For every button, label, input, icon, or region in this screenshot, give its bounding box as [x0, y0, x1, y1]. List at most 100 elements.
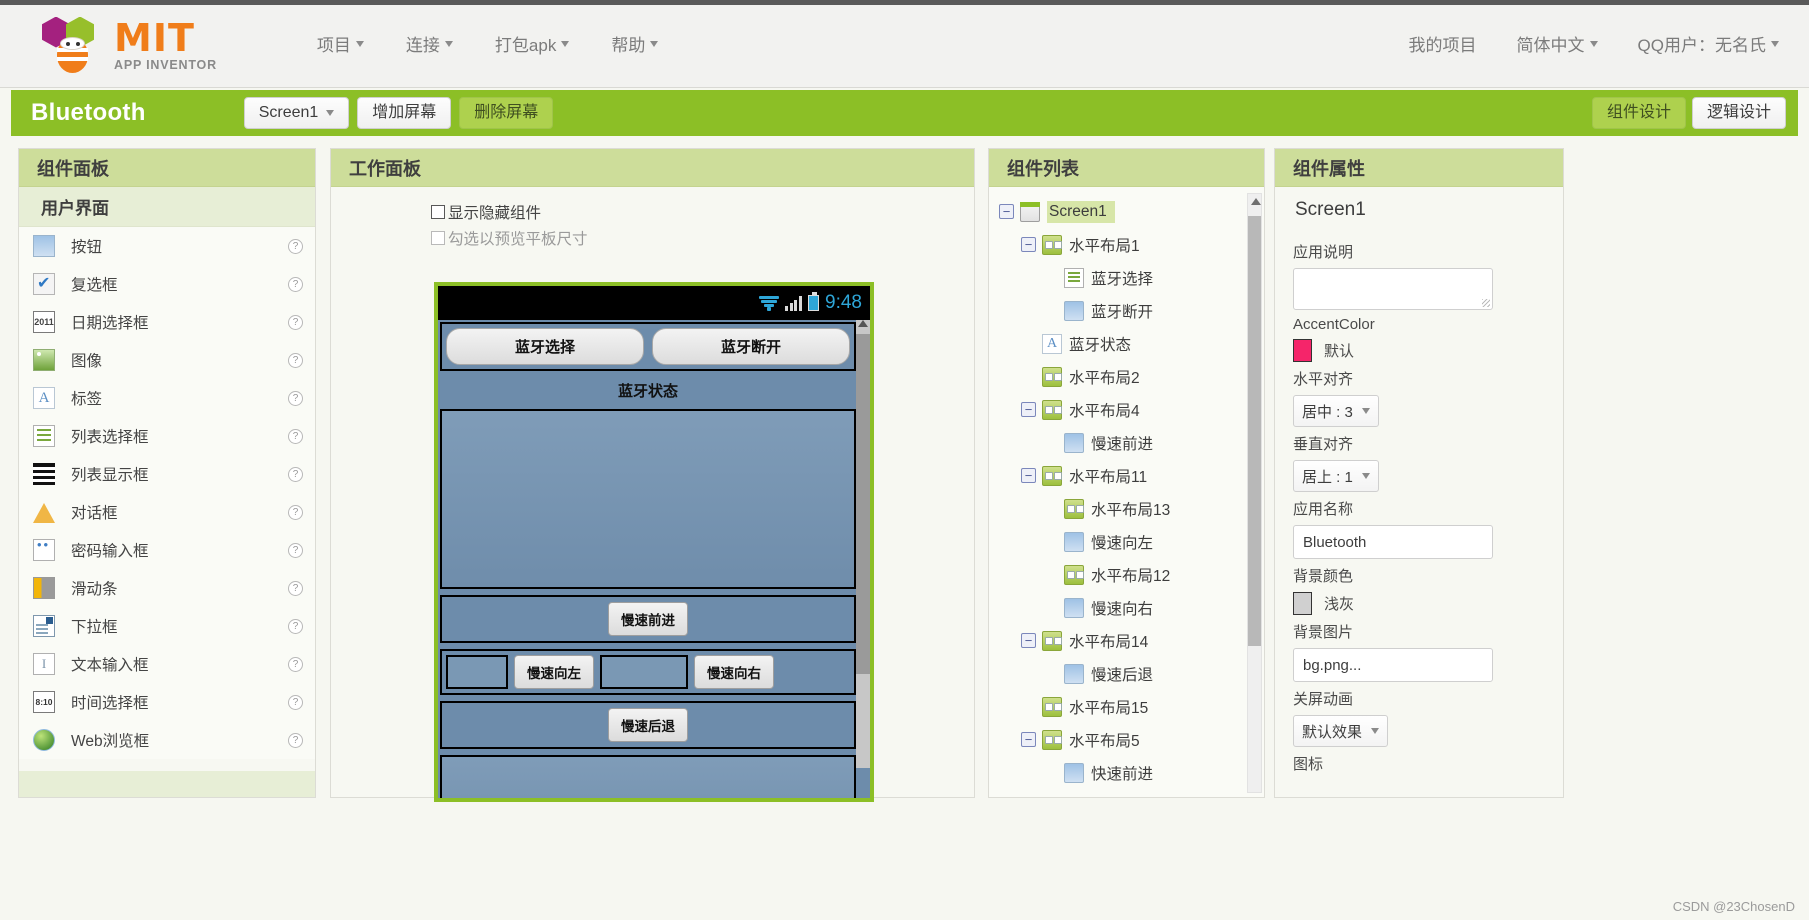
tree-node[interactable]: − 水平布局1: [999, 228, 1264, 261]
accent-color-row[interactable]: 默认: [1293, 339, 1545, 362]
hlayout-12-spacer[interactable]: [600, 655, 688, 689]
help-icon[interactable]: ?: [288, 580, 303, 596]
tablet-preview-checkbox[interactable]: [431, 231, 445, 245]
menu-item-help[interactable]: 帮助: [611, 31, 659, 56]
palette-item-spinner[interactable]: 下拉框 ?: [19, 607, 315, 645]
palette-item-webviewer[interactable]: Web浏览框 ?: [19, 721, 315, 759]
palette-item-button[interactable]: 按钮 ?: [19, 227, 315, 265]
tree-node[interactable]: 水平布局13: [999, 492, 1264, 525]
hlayout-14-row[interactable]: 慢速后退: [440, 701, 856, 749]
add-screen-button[interactable]: 增加屏幕: [357, 97, 452, 129]
help-icon[interactable]: ?: [288, 732, 303, 748]
scroll-up-arrow-icon[interactable]: [1250, 198, 1261, 205]
menu-item-connect[interactable]: 连接: [406, 31, 453, 56]
scroll-up-arrow-icon[interactable]: [858, 320, 868, 327]
app-name-field[interactable]: Bluetooth: [1293, 525, 1493, 559]
menu-item-build-apk[interactable]: 打包apk: [495, 31, 570, 56]
help-icon[interactable]: ?: [288, 276, 303, 292]
background-image-field[interactable]: bg.png...: [1293, 648, 1493, 682]
show-hidden-components-row[interactable]: 显示隐藏组件: [431, 201, 974, 223]
hlayout-13-spacer[interactable]: [446, 655, 508, 689]
tree-node[interactable]: − Screen1: [999, 195, 1264, 228]
tree-node[interactable]: 水平布局2: [999, 360, 1264, 393]
help-icon[interactable]: ?: [288, 352, 303, 368]
palette-item-notifier[interactable]: 对话框 ?: [19, 493, 315, 531]
help-icon[interactable]: ?: [288, 504, 303, 520]
slow-left-button[interactable]: 慢速向左: [514, 655, 594, 689]
tree-node[interactable]: − 水平布局5: [999, 723, 1264, 756]
tree-node[interactable]: − 水平布局11: [999, 459, 1264, 492]
hlayout-1-row[interactable]: 蓝牙选择 蓝牙断开: [440, 322, 856, 371]
user-account-menu[interactable]: QQ用户：无名氏: [1638, 31, 1779, 56]
background-color-swatch[interactable]: [1293, 592, 1312, 615]
tab-designer[interactable]: 组件设计: [1591, 97, 1686, 129]
palette-item-checkbox[interactable]: 复选框 ?: [19, 265, 315, 303]
collapse-toggle-icon[interactable]: −: [1021, 402, 1036, 417]
hlayout-4-row[interactable]: 慢速前进: [440, 595, 856, 643]
menu-item-project[interactable]: 项目: [317, 31, 364, 56]
bluetooth-select-button[interactable]: 蓝牙选择: [446, 328, 644, 365]
collapse-toggle-icon[interactable]: −: [1021, 732, 1036, 747]
tree-node[interactable]: 蓝牙选择: [999, 261, 1264, 294]
help-icon[interactable]: ?: [288, 656, 303, 672]
language-selector[interactable]: 简体中文: [1517, 31, 1598, 56]
help-icon[interactable]: ?: [288, 694, 303, 710]
tablet-preview-row[interactable]: 勾选以预览平板尺寸: [431, 227, 974, 249]
palette-item-datepicker[interactable]: 2011 日期选择框 ?: [19, 303, 315, 341]
slow-forward-button[interactable]: 慢速前进: [608, 602, 688, 636]
tree-node[interactable]: 水平布局15: [999, 690, 1264, 723]
tree-node[interactable]: − 水平布局4: [999, 393, 1264, 426]
collapse-toggle-icon[interactable]: −: [999, 204, 1014, 219]
tree-node[interactable]: 慢速向右: [999, 591, 1264, 624]
tree-node[interactable]: 慢速向左: [999, 525, 1264, 558]
hlayout-15-box[interactable]: [440, 755, 856, 798]
tree-node[interactable]: − 水平布局14: [999, 624, 1264, 657]
bluetooth-disconnect-button[interactable]: 蓝牙断开: [652, 328, 850, 365]
scrollbar-thumb[interactable]: [856, 334, 870, 674]
help-icon[interactable]: ?: [288, 542, 303, 558]
palette-item-slider[interactable]: 滑动条 ?: [19, 569, 315, 607]
palette-item-label[interactable]: A 标签 ?: [19, 379, 315, 417]
collapse-toggle-icon[interactable]: −: [1021, 468, 1036, 483]
slow-backward-button[interactable]: 慢速后退: [608, 708, 688, 742]
mit-app-inventor-logo[interactable]: MIT APP INVENTOR: [42, 15, 217, 77]
tree-node[interactable]: 慢速前进: [999, 426, 1264, 459]
help-icon[interactable]: ?: [288, 428, 303, 444]
hlayout-11-row[interactable]: 慢速向左 慢速向右: [440, 649, 856, 695]
tree-node[interactable]: 蓝牙断开: [999, 294, 1264, 327]
show-hidden-checkbox[interactable]: [431, 205, 445, 219]
palette-item-textbox[interactable]: I 文本输入框 ?: [19, 645, 315, 683]
phone-vertical-scrollbar[interactable]: [856, 320, 870, 768]
collapse-toggle-icon[interactable]: −: [1021, 237, 1036, 252]
help-icon[interactable]: ?: [288, 618, 303, 634]
tree-node[interactable]: A 蓝牙状态: [999, 327, 1264, 360]
help-icon[interactable]: ?: [288, 466, 303, 482]
phone-preview[interactable]: 9:48 蓝牙选择 蓝牙断开 蓝牙状态 慢速前进 慢速向左 慢速向右 慢速后退: [434, 282, 874, 802]
scrollbar-thumb[interactable]: [1248, 216, 1261, 646]
help-icon[interactable]: ?: [288, 238, 303, 254]
my-projects-link[interactable]: 我的项目: [1409, 31, 1477, 56]
palette-item-listview[interactable]: 列表显示框 ?: [19, 455, 315, 493]
background-color-row[interactable]: 浅灰: [1293, 592, 1545, 615]
tree-node[interactable]: 水平布局12: [999, 558, 1264, 591]
tab-blocks[interactable]: 逻辑设计: [1691, 97, 1786, 129]
close-animation-select[interactable]: 默认效果: [1293, 715, 1389, 747]
help-icon[interactable]: ?: [288, 390, 303, 406]
palette-item-listpicker[interactable]: 列表选择框 ?: [19, 417, 315, 455]
accent-color-swatch[interactable]: [1293, 339, 1312, 362]
hlayout-2-box[interactable]: [440, 409, 856, 589]
screen-selector-dropdown[interactable]: Screen1: [243, 97, 350, 129]
slow-right-button[interactable]: 慢速向右: [694, 655, 774, 689]
palette-item-passwordbox[interactable]: 密码输入框 ?: [19, 531, 315, 569]
palette-group-user-interface[interactable]: 用户界面: [19, 187, 315, 227]
vertical-align-select[interactable]: 居上 : 1: [1293, 460, 1379, 492]
palette-item-image[interactable]: 图像 ?: [19, 341, 315, 379]
tree-node[interactable]: 快速前进: [999, 756, 1264, 789]
palette-group-next[interactable]: [19, 771, 315, 797]
help-icon[interactable]: ?: [288, 314, 303, 330]
remove-screen-button[interactable]: 删除屏幕: [459, 97, 554, 129]
tree-node[interactable]: 慢速后退: [999, 657, 1264, 690]
horizontal-align-select[interactable]: 居中 : 3: [1293, 395, 1379, 427]
bluetooth-status-label[interactable]: 蓝牙状态: [440, 374, 856, 407]
palette-item-timepicker[interactable]: 8:10 时间选择框 ?: [19, 683, 315, 721]
